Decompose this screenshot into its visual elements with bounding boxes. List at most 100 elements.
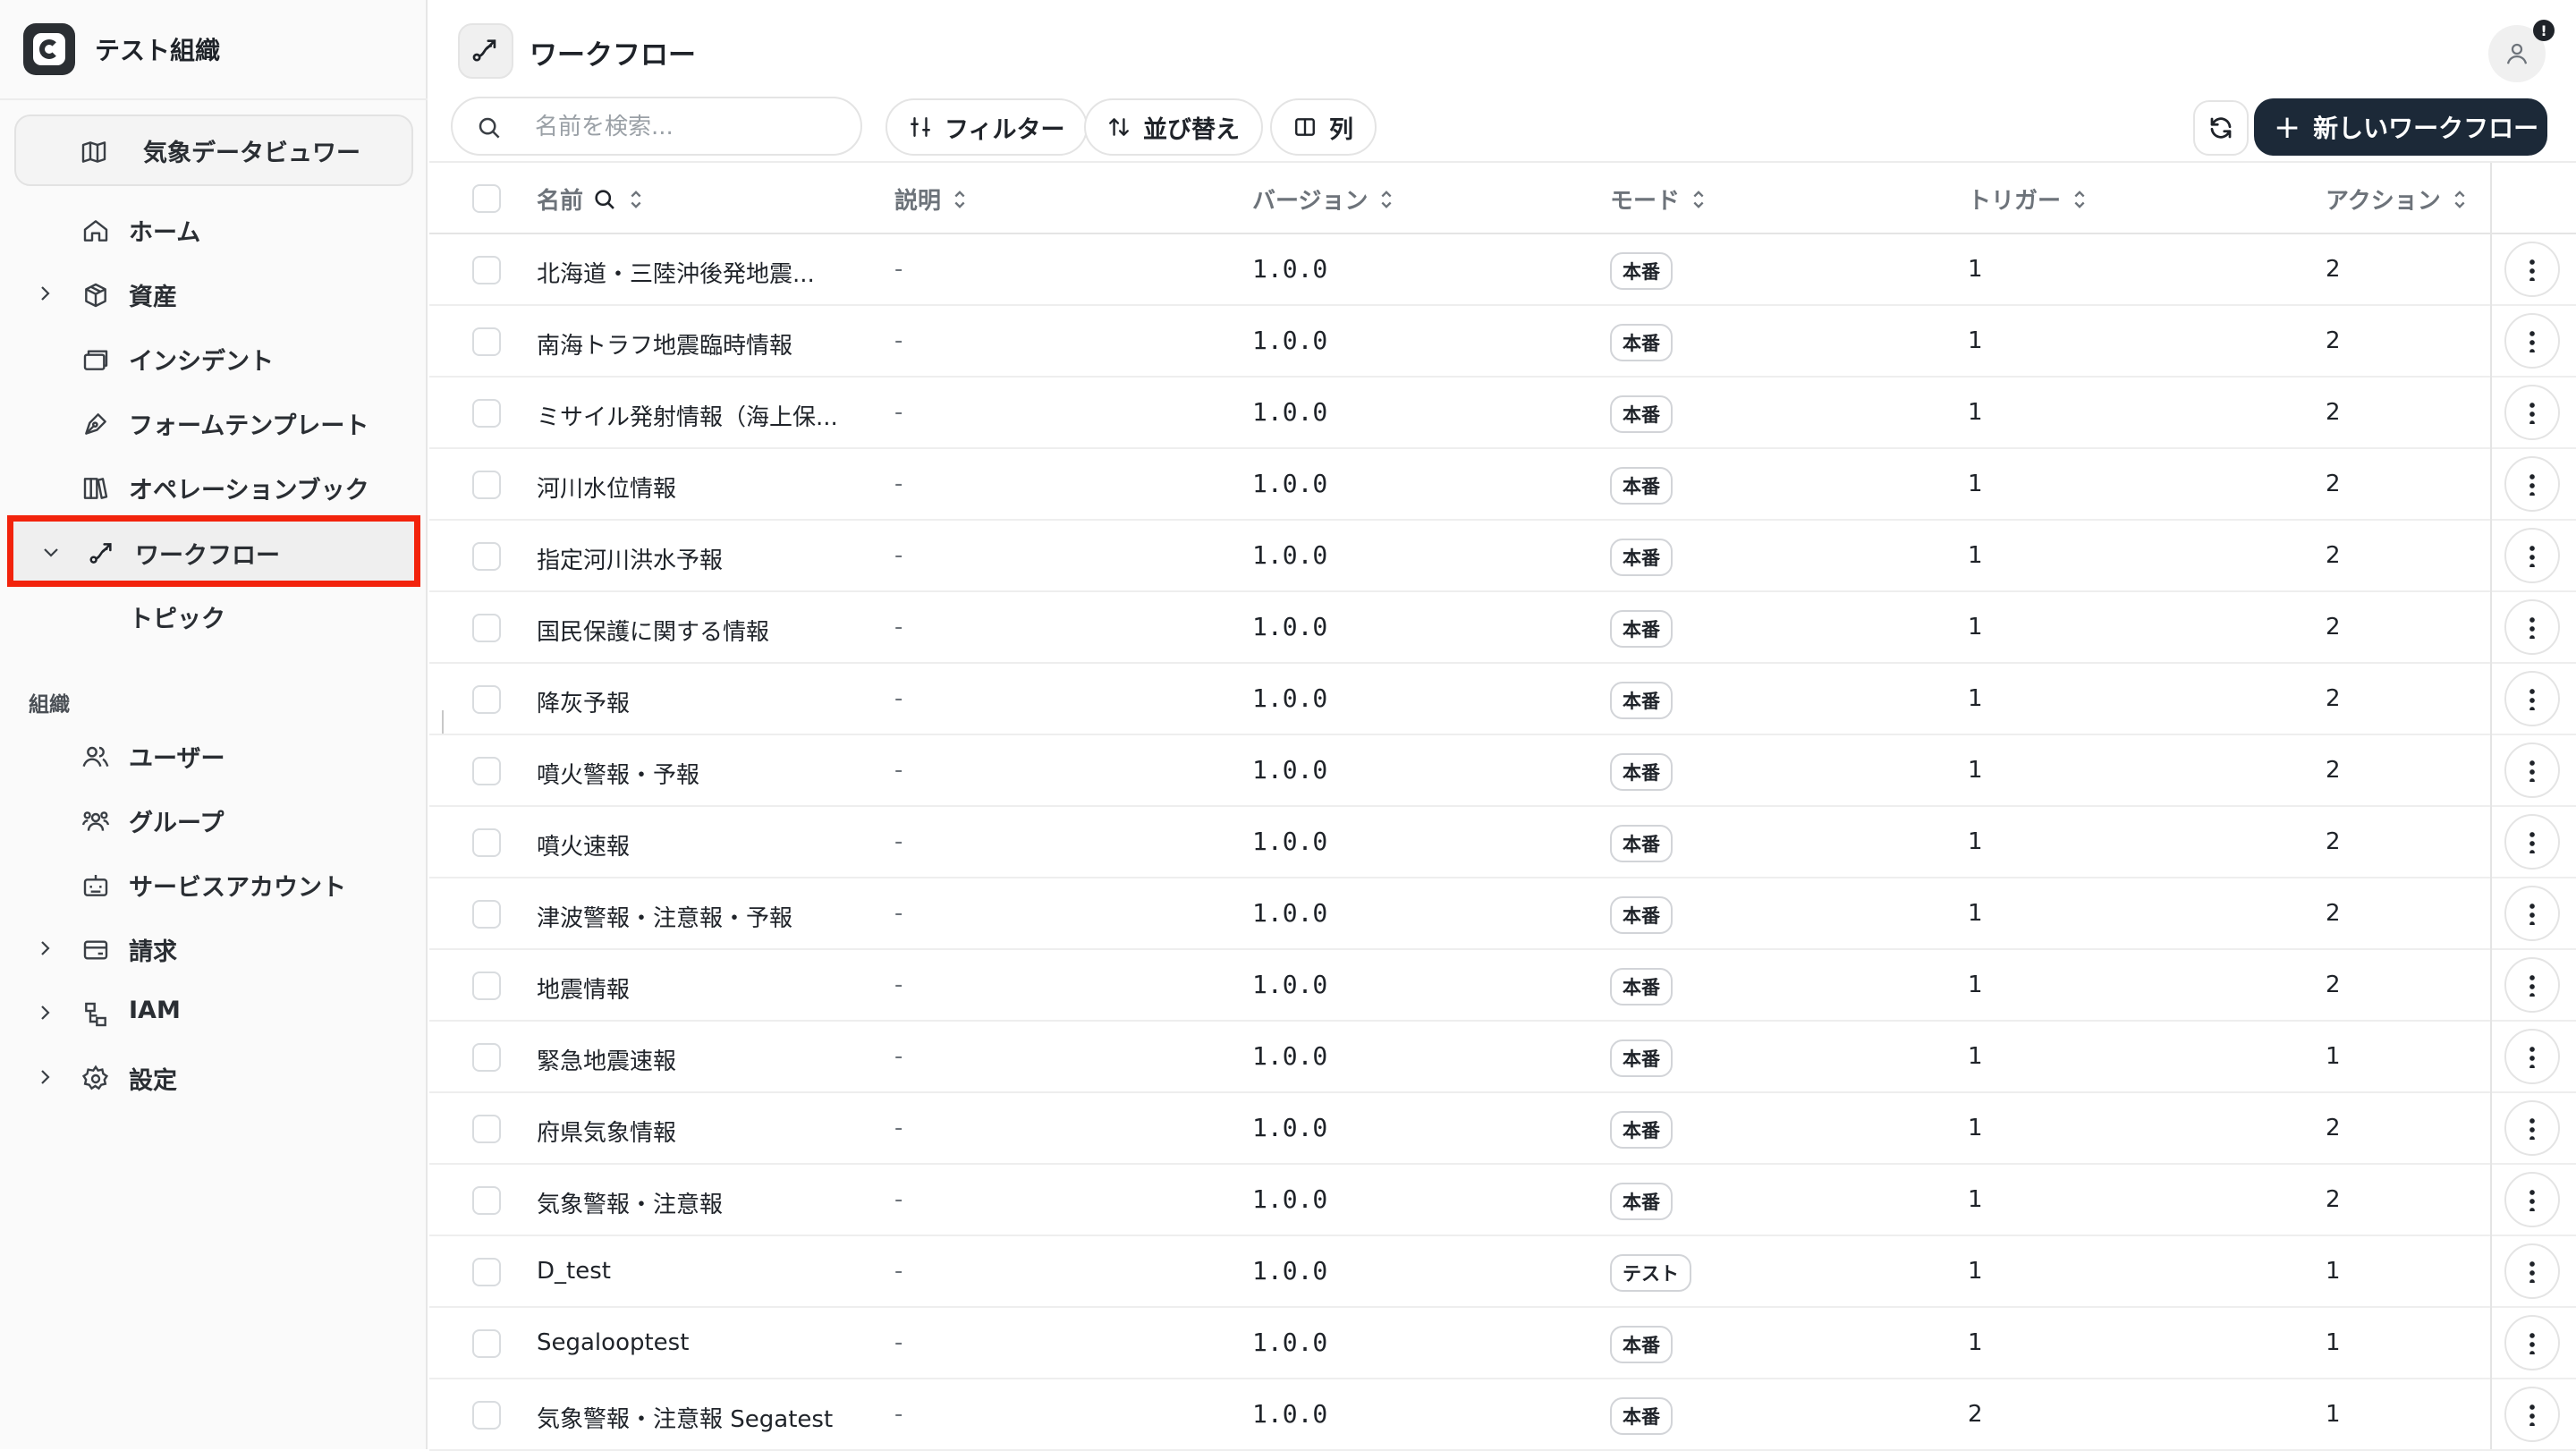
column-header-action[interactable]: アクション [2326,182,2468,216]
row-checkbox[interactable] [472,757,501,785]
sidebar-item-service-accounts[interactable]: サービスアカウント [0,857,428,911]
sidebar-item-topics[interactable]: トピック [0,589,428,642]
search-input[interactable] [535,109,839,145]
sidebar-item-home[interactable]: ホーム [0,202,428,256]
columns-button[interactable]: 列 [1270,98,1377,156]
row-actions-button[interactable] [2504,528,2560,583]
table-row[interactable]: ミサイル発射情報（海上保... - 1.0.0 本番 1 2 [429,378,2576,449]
row-actions-button[interactable] [2504,671,2560,726]
table-row[interactable]: 南海トラフ地震臨時情報 - 1.0.0 本番 1 2 [429,306,2576,378]
new-workflow-button[interactable]: + 新しいワークフロー [2254,98,2547,156]
row-actions-button[interactable] [2504,886,2560,941]
row-checkbox[interactable] [472,900,501,929]
sidebar-item-users[interactable]: ユーザー [0,728,428,782]
table-row[interactable]: Segalooptest - 1.0.0 本番 1 1 [429,1308,2576,1379]
workflow-name[interactable]: 噴火速報 [537,828,630,861]
row-checkbox[interactable] [472,828,501,857]
column-header-version[interactable]: バージョン [1252,182,1394,216]
workflow-name[interactable]: D_test [537,1258,611,1285]
workflow-name[interactable]: 地震情報 [537,972,630,1005]
row-checkbox[interactable] [472,1401,501,1430]
table-row[interactable]: D_test - 1.0.0 テスト 1 1 [429,1236,2576,1308]
row-actions-button[interactable] [2504,814,2560,870]
row-actions-button[interactable] [2504,599,2560,655]
workflow-name[interactable]: 気象警報・注意報 [537,1186,723,1219]
workflow-name[interactable]: 気象警報・注意報 Segatest [537,1401,833,1434]
row-checkbox[interactable] [472,327,501,356]
table-row[interactable]: 国民保護に関する情報 - 1.0.0 本番 1 2 [429,592,2576,664]
table-row[interactable]: 噴火速報 - 1.0.0 本番 1 2 [429,807,2576,878]
row-checkbox[interactable] [472,972,501,1000]
sort-button[interactable]: 並び替え [1084,98,1263,156]
column-header-mode[interactable]: モード [1610,182,1707,216]
sidebar-item-assets[interactable]: 資産 [0,267,428,320]
table-row[interactable]: 気象警報・注意報 Segatest - 1.0.0 本番 2 1 [429,1379,2576,1451]
chevron-down-icon[interactable] [40,541,62,563]
row-checkbox[interactable] [472,399,501,428]
workflow-name[interactable]: 噴火警報・予報 [537,757,699,790]
sidebar-item-incidents[interactable]: インシデント [0,331,428,385]
sidebar-item-settings[interactable]: 設定 [0,1050,428,1104]
chevron-right-icon[interactable] [34,938,55,959]
row-actions-button[interactable] [2504,385,2560,440]
row-actions-button[interactable] [2504,1029,2560,1084]
row-actions-button[interactable] [2504,1387,2560,1442]
workflow-name[interactable]: 国民保護に関する情報 [537,614,769,647]
workflow-name[interactable]: 河川水位情報 [537,471,676,504]
workflow-name[interactable]: 北海道・三陸沖後発地震... [537,256,815,289]
project-selector[interactable]: 気象データビュワー [14,115,413,186]
column-header-description[interactable]: 説明 [894,182,968,216]
table-row[interactable]: 気象警報・注意報 - 1.0.0 本番 1 2 [429,1165,2576,1236]
org-switcher[interactable]: テスト組織 [0,0,428,100]
table-row[interactable]: 河川水位情報 - 1.0.0 本番 1 2 [429,449,2576,521]
table-row[interactable]: 噴火警報・予報 - 1.0.0 本番 1 2 [429,735,2576,807]
workflow-name[interactable]: 府県気象情報 [537,1115,676,1148]
workflow-name[interactable]: 南海トラフ地震臨時情報 [537,327,792,361]
workflow-name[interactable]: 降灰予報 [537,685,630,718]
row-actions-button[interactable] [2504,1100,2560,1156]
sidebar-item-groups[interactable]: グループ [0,793,428,846]
chevron-right-icon[interactable] [34,1066,55,1088]
select-all-checkbox[interactable] [472,184,501,213]
workflow-name[interactable]: ミサイル発射情報（海上保... [537,399,838,432]
workflow-name[interactable]: 津波警報・注意報・予報 [537,900,792,933]
sidebar-item-billing[interactable]: 請求 [0,921,428,975]
sidebar-resize-handle[interactable] [442,710,444,734]
row-checkbox[interactable] [472,1186,501,1215]
row-actions-button[interactable] [2504,456,2560,512]
table-row[interactable]: 津波警報・注意報・予報 - 1.0.0 本番 1 2 [429,878,2576,950]
row-actions-button[interactable] [2504,1315,2560,1370]
column-header-trigger[interactable]: トリガー [1968,182,2088,216]
row-actions-button[interactable] [2504,957,2560,1013]
sidebar-item-workflows[interactable]: ワークフロー [7,515,420,587]
row-checkbox[interactable] [472,685,501,714]
row-checkbox[interactable] [472,1043,501,1072]
refresh-button[interactable] [2193,100,2249,156]
row-actions-button[interactable] [2504,313,2560,369]
chevron-right-icon[interactable] [34,283,55,304]
row-checkbox[interactable] [472,471,501,499]
table-row[interactable]: 地震情報 - 1.0.0 本番 1 2 [429,950,2576,1022]
row-checkbox[interactable] [472,1258,501,1286]
row-checkbox[interactable] [472,542,501,571]
row-actions-button[interactable] [2504,242,2560,297]
row-checkbox[interactable] [472,256,501,284]
chevron-right-icon[interactable] [34,1002,55,1023]
workflow-name[interactable]: 指定河川洪水予報 [537,542,723,575]
sidebar-item-iam[interactable]: IAM [0,986,428,1039]
workflow-name[interactable]: 緊急地震速報 [537,1043,676,1076]
search-box[interactable] [451,97,862,156]
table-row[interactable]: 降灰予報 - 1.0.0 本番 1 2 [429,664,2576,735]
row-actions-button[interactable] [2504,1243,2560,1299]
table-row[interactable]: 指定河川洪水予報 - 1.0.0 本番 1 2 [429,521,2576,592]
row-checkbox[interactable] [472,1329,501,1358]
workflow-name[interactable]: Segalooptest [537,1329,689,1356]
sidebar-item-form-templates[interactable]: フォームテンプレート [0,395,428,449]
row-actions-button[interactable] [2504,742,2560,798]
filter-button[interactable]: フィルター [886,98,1089,156]
table-row[interactable]: 府県気象情報 - 1.0.0 本番 1 2 [429,1093,2576,1165]
row-checkbox[interactable] [472,1115,501,1143]
table-row[interactable]: 緊急地震速報 - 1.0.0 本番 1 1 [429,1022,2576,1093]
table-row[interactable]: 北海道・三陸沖後発地震... - 1.0.0 本番 1 2 [429,234,2576,306]
sidebar-item-operation-books[interactable]: オペレーションブック [0,460,428,513]
